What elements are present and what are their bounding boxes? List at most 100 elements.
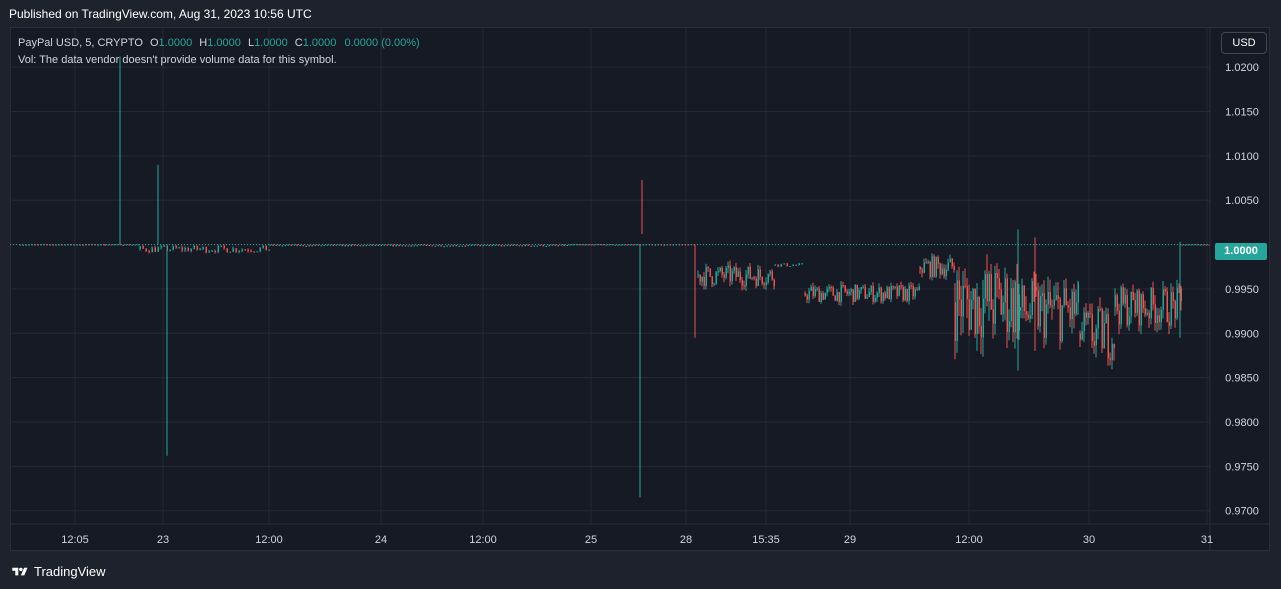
candle-body: [181, 247, 183, 251]
candle-body: [1069, 307, 1071, 320]
candle-body: [509, 245, 511, 247]
x-tick-label: 31: [1201, 534, 1213, 546]
candle-body: [1199, 244, 1201, 246]
candle-body: [666, 244, 668, 246]
candle-body: [238, 250, 240, 252]
candle-body: [1132, 291, 1134, 301]
candle-body: [139, 246, 141, 250]
candle-body: [1031, 281, 1033, 316]
x-tick-label: 25: [585, 534, 597, 546]
candle-body: [1097, 308, 1099, 329]
candle-body: [1045, 304, 1047, 338]
candle-body: [992, 309, 994, 324]
candle-body: [196, 245, 198, 250]
candle-body: [157, 247, 159, 252]
candle-body: [320, 245, 322, 247]
candle-body: [485, 244, 487, 246]
y-tick-label: 1.0050: [1225, 195, 1259, 207]
candle-body: [1055, 295, 1057, 300]
candle-body: [602, 244, 604, 246]
close-label: C: [294, 37, 303, 49]
candle-body: [763, 283, 765, 286]
candle-body: [116, 244, 118, 246]
candle-body: [669, 244, 671, 246]
candle-body: [1140, 294, 1142, 326]
candle-body: [52, 244, 54, 246]
candle-body: [699, 274, 701, 282]
candle-body: [751, 277, 753, 279]
candle-body: [299, 245, 301, 247]
candle-body: [856, 284, 858, 299]
candle-body: [476, 244, 478, 246]
candle-body: [278, 244, 280, 246]
candle-body: [824, 292, 826, 300]
candle-body: [1166, 291, 1168, 322]
candle-body: [1164, 289, 1166, 292]
candle-body: [1075, 302, 1077, 314]
candle-body: [962, 285, 964, 317]
candle-body: [175, 246, 177, 249]
candle-body: [968, 299, 970, 330]
candle-body: [818, 288, 820, 302]
candle-body: [860, 287, 862, 291]
candle-body: [919, 266, 921, 270]
candle-body: [1081, 331, 1083, 340]
tradingview-brand[interactable]: TradingView: [10, 564, 106, 579]
candle-body: [305, 245, 307, 247]
candle-body: [518, 245, 520, 247]
candle-body: [729, 265, 731, 282]
candle-body: [235, 248, 237, 252]
candle-body: [1122, 287, 1124, 304]
candle-body: [1047, 291, 1049, 305]
candle-body: [1065, 288, 1067, 306]
candle-body: [25, 244, 27, 246]
candle-body: [530, 245, 532, 247]
candle-body: [407, 245, 409, 247]
candle-body: [64, 244, 66, 246]
candle-body: [705, 267, 707, 286]
candle-body: [43, 244, 45, 246]
candle-body: [629, 244, 631, 246]
currency-button[interactable]: USD: [1221, 32, 1267, 54]
candle-body: [814, 289, 816, 297]
candle-body: [214, 250, 216, 253]
candle-body: [374, 244, 376, 246]
candle-body: [1053, 299, 1055, 306]
candle-body: [1077, 282, 1079, 303]
candle-body: [284, 245, 286, 247]
candle-body: [1021, 285, 1023, 308]
candle-body: [862, 286, 864, 288]
candle-body: [1144, 308, 1146, 315]
candle-body: [272, 244, 274, 246]
candle-body: [383, 244, 385, 246]
candle-body: [888, 287, 890, 300]
candle-body: [329, 244, 331, 246]
candle-body: [287, 244, 289, 246]
candle-body: [1093, 340, 1095, 346]
candle-body: [575, 244, 577, 246]
candle-body: [870, 286, 872, 293]
candle-body: [684, 244, 686, 246]
candle-body: [757, 269, 759, 287]
candle-body: [642, 244, 644, 246]
candle-body: [931, 256, 933, 277]
candle-body: [593, 244, 595, 246]
candle-body: [1014, 281, 1016, 333]
candle-body: [929, 261, 931, 277]
chart-canvas[interactable]: 1.0200 1.0150 1.0100 1.0050 0.9950 0.9900 0.98…: [10, 27, 1270, 551]
candle-body: [733, 267, 735, 272]
symbol-label[interactable]: PayPal USD, 5, CRYPTO: [18, 37, 143, 49]
candle-body: [268, 249, 270, 251]
candle-body: [302, 245, 304, 247]
candle-body: [19, 244, 21, 246]
candle-body: [840, 285, 842, 303]
candle-body: [256, 251, 258, 253]
candle-body: [806, 295, 808, 300]
candle-body: [148, 250, 150, 253]
x-tick-label: 30: [1083, 534, 1095, 546]
candle-body: [269, 244, 271, 246]
candle-body: [753, 277, 755, 279]
candle-body: [431, 245, 433, 247]
candle-body: [259, 247, 261, 252]
candle-body: [134, 244, 136, 246]
